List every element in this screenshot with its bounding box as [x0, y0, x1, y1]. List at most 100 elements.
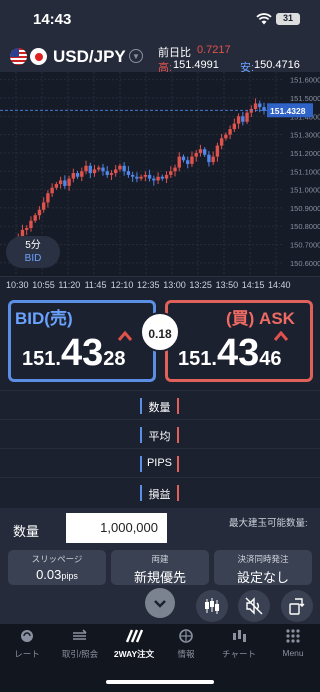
candle-body: [245, 112, 249, 122]
bid-price-tail: 28: [103, 348, 126, 370]
ask-price-prefix: 151.: [178, 348, 217, 370]
candle-body: [130, 174, 135, 177]
slippage-unit: pips: [61, 571, 78, 581]
candle-body: [186, 160, 190, 164]
candle-body: [101, 167, 105, 172]
mute-icon: [245, 597, 263, 615]
candle-body: [109, 173, 114, 175]
settle-value: 設定なし: [236, 570, 289, 585]
candle-body: [71, 173, 76, 179]
tab-trade[interactable]: 取引/照会: [51, 628, 109, 664]
us-flag-icon: [10, 48, 27, 65]
bid-price-prefix: 151.: [22, 348, 61, 370]
candle-body: [105, 171, 109, 175]
ask-price: 151.4346: [178, 332, 281, 375]
time-tick-label: 11:45: [84, 280, 107, 290]
ask-title: (買) ASK: [226, 309, 295, 328]
chart-icon: [233, 630, 246, 642]
ask-up-arrow-icon: [274, 331, 288, 341]
time-tick-label: 14:15: [241, 280, 265, 290]
time-axis: 10:30 10:55 11:20 11:45 12:10 12:35 13:00 13:25…: [0, 276, 320, 294]
price-tick-label: 150.9000: [290, 204, 320, 213]
price-tick-label: 150.7000: [290, 241, 320, 250]
tab-2way-order[interactable]: 2WAY注文: [104, 628, 164, 664]
tab-menu[interactable]: Menu: [264, 628, 320, 664]
candle-body: [75, 173, 80, 177]
candle-body: [63, 180, 67, 186]
candle-body: [215, 145, 220, 157]
chart-mode-button[interactable]: [196, 590, 228, 622]
candle-body: [198, 149, 203, 153]
settle-order-button[interactable]: 決済同時発注 設定なし: [214, 550, 312, 585]
candle-body: [164, 174, 169, 179]
position-row: 数量: [0, 390, 320, 419]
candle-body: [50, 187, 54, 194]
candle-body: [80, 171, 84, 177]
sound-button[interactable]: [238, 590, 270, 622]
timeframe-badge[interactable]: 5分 BID: [6, 236, 60, 268]
position-row-label: 数量: [148, 402, 171, 414]
position-row: 平均: [0, 419, 320, 448]
ask-side-bar: [177, 398, 179, 414]
time-tick-label: 10:55: [32, 280, 55, 290]
candle-body: [211, 156, 215, 163]
candle-body: [33, 215, 37, 221]
hedge-button[interactable]: 両建 新規優先: [111, 550, 209, 585]
price-tick-label: 151.5000: [290, 94, 320, 103]
ask-price-big: 43: [216, 332, 260, 374]
candle-body: [181, 156, 186, 161]
time-tick-label: 13:00: [163, 280, 186, 290]
candle-body: [37, 209, 42, 216]
quantity-input[interactable]: [66, 513, 167, 543]
candle-body: [135, 176, 139, 179]
candle-body: [41, 202, 46, 210]
candle-body: [249, 108, 253, 113]
candle-body: [253, 103, 258, 109]
tab-info[interactable]: 情報: [157, 628, 215, 664]
tab-rate[interactable]: レート: [0, 628, 56, 664]
collapse-button[interactable]: [145, 588, 175, 618]
trade-icon: [73, 629, 87, 640]
price-tick-label: 151.3000: [290, 131, 320, 140]
ask-price-tail: 46: [259, 348, 282, 370]
time-tick-label: 13:25: [189, 280, 212, 290]
candle-body: [46, 193, 50, 203]
ask-side-bar: [177, 485, 179, 501]
candle-body: [224, 134, 228, 139]
candle-body: [190, 156, 194, 164]
time-tick-label: 14:40: [268, 280, 291, 290]
max-position-label: 最大建玉可能数量:: [229, 518, 308, 529]
candle-body: [228, 129, 232, 135]
timeframe-label: 5分: [25, 240, 41, 251]
candle-body: [241, 116, 245, 122]
candle-body: [29, 220, 33, 229]
time-tick-label: 10:30: [6, 280, 29, 290]
rotate-screen-icon: [289, 598, 305, 615]
tab-chart[interactable]: チャート: [210, 628, 268, 664]
jp-flag-icon: [30, 48, 47, 65]
price-tick-label: 151.2000: [290, 149, 320, 158]
two-way-order-icon: [125, 629, 144, 643]
slippage-button[interactable]: スリッページ 0.03pips: [8, 550, 106, 585]
price-tick-label: 151.0000: [290, 186, 320, 195]
candle-body: [202, 149, 207, 155]
current-price-label: 151.4328: [270, 106, 306, 116]
position-row: PIPS: [0, 448, 320, 477]
currency-pair[interactable]: USD/JPY: [53, 47, 126, 67]
position-row-label: 損益: [148, 489, 171, 501]
candle-body: [92, 169, 97, 174]
candle-body: [67, 178, 71, 186]
hedge-value: 新規優先: [133, 570, 186, 585]
candle-body: [207, 154, 211, 163]
chevron-down-icon[interactable]: ▼: [129, 49, 143, 63]
candle-body: [126, 171, 131, 175]
time-tick-label: 11:20: [58, 280, 81, 290]
time-tick-label: 13:50: [215, 280, 239, 290]
layout-button[interactable]: [281, 590, 313, 622]
tab-label: 取引/照会: [61, 649, 99, 659]
grid-menu-icon: [286, 629, 300, 643]
low-value: 150.4716: [254, 59, 300, 71]
bid-title: BID(売): [15, 309, 73, 328]
hedge-caption: 両建: [151, 554, 169, 564]
ask-side-bar: [177, 456, 179, 472]
